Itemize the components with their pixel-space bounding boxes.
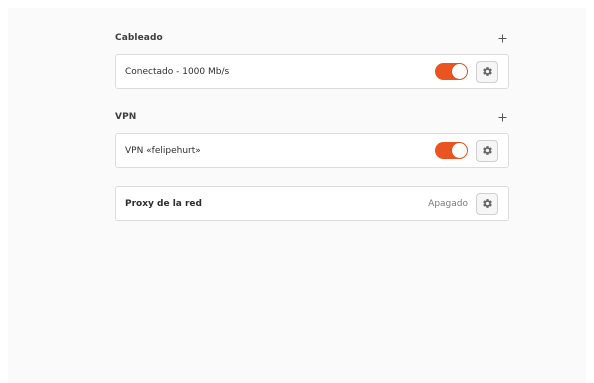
wired-settings-button[interactable] [476, 60, 498, 83]
add-wired-button[interactable] [495, 31, 509, 45]
vpn-toggle-switch[interactable] [435, 142, 468, 159]
vpn-connection-label: VPN «felipehurt» [125, 145, 201, 156]
vpn-connection-controls [435, 139, 498, 162]
wired-section-header: Cableado [115, 28, 509, 48]
plus-icon [498, 34, 506, 42]
vpn-section-title: VPN [115, 112, 137, 122]
plus-icon [498, 113, 506, 121]
wired-toggle-switch[interactable] [435, 63, 468, 80]
proxy-settings-button[interactable] [476, 192, 498, 215]
proxy-row: Proxy de la red Apagado [115, 186, 509, 221]
wired-connection-controls [435, 60, 498, 83]
wired-section-title: Cableado [115, 33, 163, 43]
proxy-status-text: Apagado [428, 198, 468, 209]
gear-icon [482, 199, 492, 208]
vpn-settings-button[interactable] [476, 139, 498, 162]
toggle-knob [452, 143, 467, 158]
proxy-controls: Apagado [428, 192, 498, 215]
wired-connection-label: Conectado - 1000 Mb/s [125, 66, 230, 77]
vpn-connection-row: VPN «felipehurt» [115, 133, 509, 168]
toggle-knob [452, 64, 467, 79]
network-settings-panel: Cableado Conectado - 1000 Mb/s VPN VPN «… [8, 8, 586, 383]
gear-icon [482, 146, 492, 155]
gear-icon [482, 67, 492, 76]
proxy-label: Proxy de la red [125, 198, 202, 209]
wired-connection-row: Conectado - 1000 Mb/s [115, 54, 509, 89]
vpn-section-header: VPN [115, 107, 509, 127]
add-vpn-button[interactable] [495, 110, 509, 124]
